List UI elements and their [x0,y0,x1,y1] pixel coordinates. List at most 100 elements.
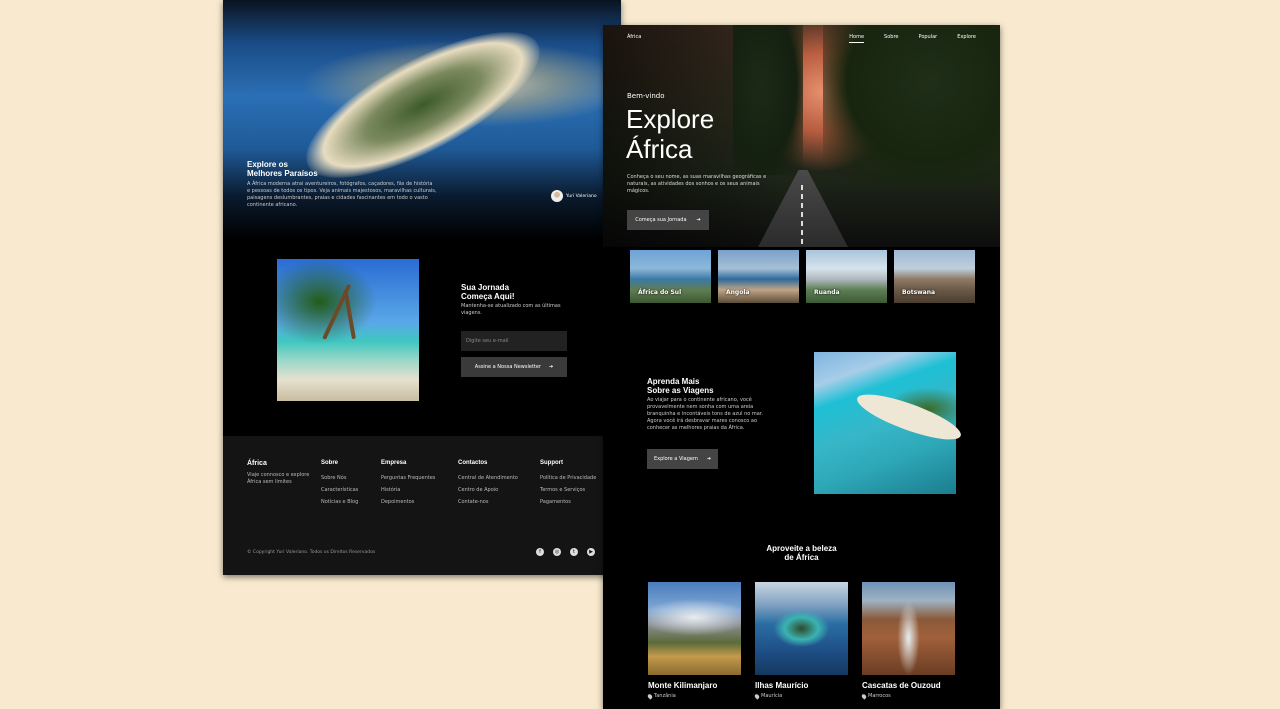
footer-column-sobre: Sobre Sobre Nós Características Notícias… [321,460,358,511]
kilimanjaro-image [648,582,741,675]
explore-trip-label: Explore a Viagem [653,456,698,462]
location-pin-icon [753,692,761,700]
location-pin-icon [646,692,654,700]
newsletter-subtitle: Mantenha-se atualizado com as últimas vi… [461,303,561,316]
palm-trunk [343,289,356,340]
hero-road-image: África Home Sobre Popular Explore Bem-vi… [603,25,1000,247]
author-badge[interactable]: Yuri Valeriano [551,190,597,202]
footer-link[interactable]: Política de Privacidade [540,475,596,481]
hero-description: Conheça o seu nome, as suas maravilhas g… [627,174,767,194]
ouzoud-falls-image [862,582,955,675]
footer-link[interactable]: Depoimentos [381,499,435,505]
place-country: Tanzânia [654,693,676,699]
footer-column-title: Support [540,460,563,466]
location-pin-icon [860,692,868,700]
footer-link[interactable]: Pagamentos [540,499,596,505]
footer-column-empresa: Empresa Perguntas Frequentes História De… [381,460,435,511]
place-name: Monte Kilimanjaro [648,681,718,690]
country-name: Ruanda [814,289,840,296]
subscribe-button[interactable]: Assine a Nossa Newsletter ➔ [461,357,567,377]
learn-title: Aprenda Mais Sobre as Viagens [647,377,714,395]
place-name: Ilhas Maurício [755,681,809,690]
country-card[interactable]: Ruanda [806,250,887,303]
footer-column-title: Sobre [321,460,339,466]
country-card[interactable]: África do Sul [630,250,711,303]
nav-link-popular[interactable]: Popular [918,34,937,40]
sand-strip [852,385,966,449]
youtube-icon[interactable]: ▶ [587,548,595,556]
hero-text: Explore os Melhores Paraísos A África mo… [247,160,447,209]
main-nav: Home Sobre Popular Explore [849,34,976,43]
footer-link[interactable]: Contate-nos [458,499,518,505]
email-field[interactable] [461,331,567,351]
footer-link[interactable]: História [381,487,435,493]
places-grid: Monte Kilimanjaro Tanzânia Ilhas Mauríci… [646,582,955,700]
hero-title: Explore África [626,104,715,164]
avatar [551,190,563,202]
author-name: Yuri Valeriano [566,193,597,199]
nav-brand[interactable]: África [627,34,641,40]
place-card[interactable]: Monte Kilimanjaro Tanzânia [646,582,741,700]
desktop-page-preview-left: Explore os Melhores Paraísos A África mo… [223,0,621,575]
road-line [801,185,803,245]
place-card[interactable]: Cascatas de Ouzoud Marrocos [860,582,955,700]
nav-link-explore[interactable]: Explore [957,34,976,40]
trees-left [733,25,803,175]
instagram-icon[interactable]: ◎ [553,548,561,556]
place-country: Maurícia [761,693,783,699]
learn-text: Ao viajar para o continente africano, vo… [647,397,764,431]
hero-island-image: Explore os Melhores Paraísos A África mo… [223,0,621,240]
nav-link-home[interactable]: Home [849,34,864,43]
footer-brand-text: Viaje connosco e explore África sem limi… [247,472,310,485]
facebook-icon[interactable]: f [536,548,544,556]
nav-link-sobre[interactable]: Sobre [884,34,898,40]
social-links: f ◎ t ▶ [536,548,595,556]
place-card[interactable]: Ilhas Maurício Maurícia [753,582,848,700]
trees-right [823,25,1000,185]
country-name: Angola [726,289,750,296]
hero-description: A África moderna atrai aventureiros, fot… [247,181,437,208]
mauritius-image [755,582,848,675]
twitter-icon[interactable]: t [570,548,578,556]
footer-link[interactable]: Características [321,487,358,493]
footer: África Viaje connosco e explore África s… [223,436,621,575]
arrow-right-icon: ➔ [549,364,554,370]
subscribe-label: Assine a Nossa Newsletter [474,364,541,370]
footer-link[interactable]: Notícias e Blog [321,499,358,505]
footer-link[interactable]: Centro de Apoio [458,487,518,493]
footer-link[interactable]: Central de Atendimento [458,475,518,481]
copyright: © Copyright Yuri Valeriano. Todos os Dir… [247,550,376,555]
place-location: Tanzânia [646,692,741,700]
footer-column-title: Empresa [381,460,407,466]
country-card[interactable]: Botswana [894,250,975,303]
footer-link[interactable]: Termos e Serviços [540,487,596,493]
footer-brand-title: África [247,460,267,467]
footer-column-title: Contactos [458,460,488,466]
start-journey-label: Começa sua Jornada [635,217,687,223]
explore-trip-button[interactable]: Explore a Viagem ➔ [647,449,718,469]
tropical-beach-image [814,352,966,494]
start-journey-button[interactable]: Começa sua Jornada ➔ [627,210,709,230]
enjoy-section-title: Aproveite a beleza de África [766,544,837,562]
country-card[interactable]: Angola [718,250,799,303]
footer-column-support: Support Política de Privacidade Termos e… [540,460,596,511]
footer-link[interactable]: Sobre Nós [321,475,358,481]
footer-column-contactos: Contactos Central de Atendimento Centro … [458,460,518,511]
place-name: Cascatas de Ouzoud [862,681,941,690]
country-name: Botswana [902,289,936,296]
newsletter-text: Sua Jornada Começa Aqui! Mantenha-se atu… [461,283,581,317]
learn-section-text: Aprenda Mais Sobre as Viagens Ao viajar … [647,377,772,432]
place-location: Marrocos [860,692,955,700]
country-name: África do Sul [638,289,682,296]
arrow-right-icon: ➔ [706,456,712,462]
place-location: Maurícia [753,692,848,700]
beach-palm-image [277,259,419,401]
country-cards: África do Sul Angola Ruanda Botswana [630,250,975,303]
footer-brand: África Viaje connosco e explore África s… [247,460,317,486]
arrow-right-icon: ➔ [696,217,701,223]
footer-link[interactable]: Perguntas Frequentes [381,475,435,481]
welcome-text: Bem-vindo [627,92,665,100]
newsletter-title: Sua Jornada Começa Aqui! [461,283,515,301]
hero-title: Explore os Melhores Paraísos [247,160,318,178]
place-country: Marrocos [868,693,891,699]
